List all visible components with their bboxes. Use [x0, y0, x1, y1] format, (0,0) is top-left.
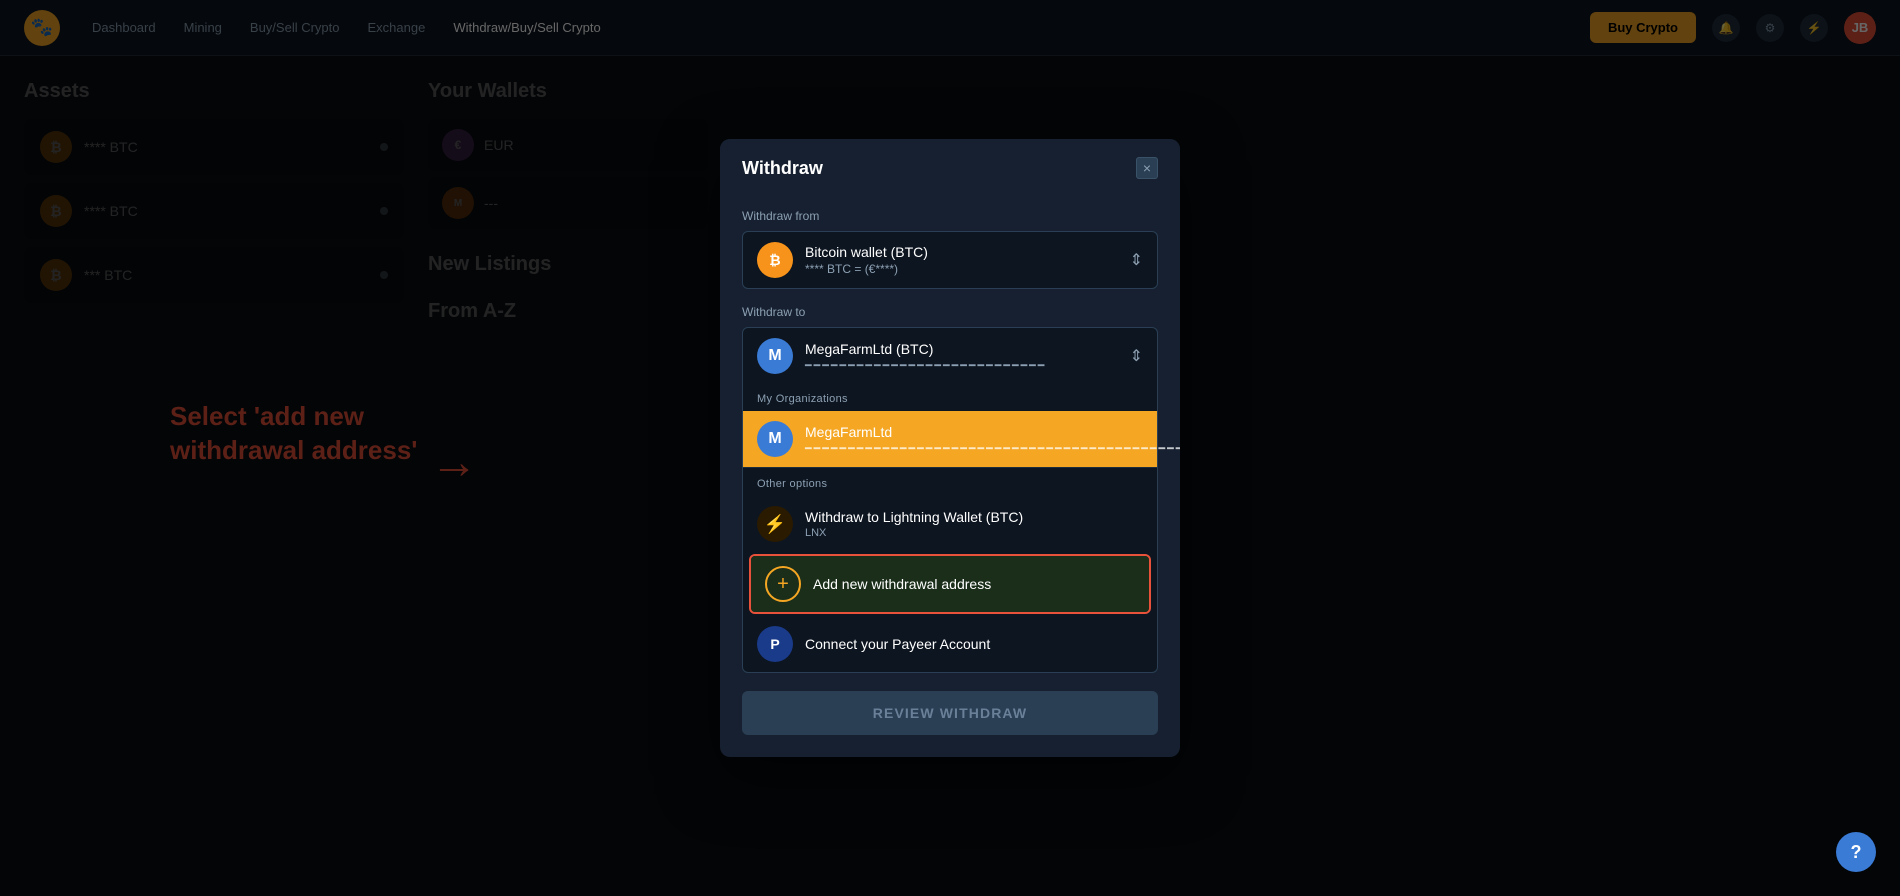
payeer-name: Connect your Payeer Account	[805, 636, 1143, 652]
payeer-icon: P	[757, 626, 793, 662]
add-new-content: Add new withdrawal address	[813, 576, 1135, 592]
to-wallet-name: MegaFarmLtd (BTC)	[805, 341, 1118, 357]
withdraw-from-select[interactable]: ₿ Bitcoin wallet (BTC) **** BTC = (€****…	[742, 231, 1158, 289]
from-dropdown-arrow: ⇕	[1130, 250, 1143, 270]
to-wallet-info: MegaFarmLtd (BTC) ━━━━━━━━━━━━━━━━━━━━━━…	[805, 341, 1118, 372]
payeer-content: Connect your Payeer Account	[805, 636, 1143, 652]
add-new-wrapper: + Add new withdrawal address	[749, 554, 1151, 614]
lightning-name: Withdraw to Lightning Wallet (BTC)	[805, 509, 1143, 525]
to-wallet-icon: M	[757, 338, 793, 374]
from-wallet-sub: **** BTC = (€****)	[805, 262, 1118, 276]
modal-title: Withdraw	[742, 158, 823, 179]
lightning-icon: ⚡	[757, 506, 793, 542]
megafarm-icon: M	[757, 421, 793, 457]
megafarm-address: ━━━━━━━━━━━━━━━━━━━━━━━━━━━━━━━━━━━━━━━━…	[805, 442, 1180, 455]
review-withdraw-button[interactable]: REVIEW WITHDRAW	[742, 691, 1158, 735]
dropdown-item-payeer[interactable]: P Connect your Payeer Account	[743, 616, 1157, 672]
my-orgs-label: My Organizations	[743, 383, 1157, 411]
from-wallet-info: Bitcoin wallet (BTC) **** BTC = (€****)	[805, 244, 1118, 276]
from-wallet-name: Bitcoin wallet (BTC)	[805, 244, 1118, 260]
lightning-content: Withdraw to Lightning Wallet (BTC) LNX	[805, 509, 1143, 539]
modal-header: Withdraw ×	[720, 139, 1180, 193]
withdraw-to-label: Withdraw to	[742, 305, 1158, 319]
help-button[interactable]: ?	[1836, 832, 1876, 872]
add-new-icon: +	[765, 566, 801, 602]
megafarm-name: MegaFarmLtd	[805, 424, 1180, 440]
megafarm-content: MegaFarmLtd ━━━━━━━━━━━━━━━━━━━━━━━━━━━━…	[805, 424, 1180, 455]
withdraw-from-label: Withdraw from	[742, 209, 1158, 223]
btc-from-icon: ₿	[757, 242, 793, 278]
other-options-label: Other options	[743, 468, 1157, 496]
close-button[interactable]: ×	[1136, 157, 1158, 179]
lightning-sub: LNX	[805, 527, 1143, 539]
withdraw-modal: Withdraw × Withdraw from ₿ Bitcoin walle…	[720, 139, 1180, 757]
to-wallet-address: ━━━━━━━━━━━━━━━━━━━━━━━━━━━━	[805, 359, 1118, 372]
dropdown-item-lightning[interactable]: ⚡ Withdraw to Lightning Wallet (BTC) LNX	[743, 496, 1157, 552]
withdraw-to-dropdown: My Organizations M MegaFarmLtd ━━━━━━━━━…	[742, 383, 1158, 673]
dropdown-item-add-new[interactable]: + Add new withdrawal address	[751, 556, 1149, 612]
modal-body: Withdraw from ₿ Bitcoin wallet (BTC) ***…	[720, 209, 1180, 757]
withdraw-to-select[interactable]: M MegaFarmLtd (BTC) ━━━━━━━━━━━━━━━━━━━━…	[742, 327, 1158, 384]
add-new-name: Add new withdrawal address	[813, 576, 1135, 592]
to-dropdown-arrow: ⇕	[1130, 346, 1143, 366]
dropdown-item-megafarm[interactable]: M MegaFarmLtd ━━━━━━━━━━━━━━━━━━━━━━━━━━…	[743, 411, 1157, 467]
